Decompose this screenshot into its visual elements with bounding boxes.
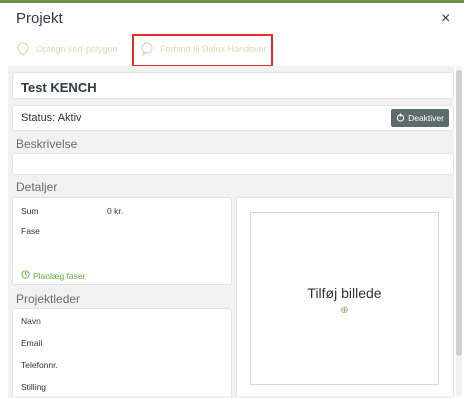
clock-icon — [21, 270, 30, 281]
top-accent-line — [0, 0, 464, 3]
add-image-label: Tilføj billede — [307, 285, 382, 301]
add-image-dropzone[interactable]: Tilføj billede ⊕ — [250, 212, 439, 385]
draw-map-polygon-button[interactable]: Optegn kort-polygon — [16, 38, 118, 60]
sum-value: 0 kr. — [107, 206, 124, 216]
plan-phases-label: Planlæg faser — [33, 270, 86, 281]
details-card: Sum 0 kr. Fase Planlæg faser — [12, 197, 232, 285]
highlight-box — [132, 34, 273, 67]
draw-map-polygon-label: Optegn kort-polygon — [36, 44, 118, 54]
description-field[interactable] — [12, 153, 454, 175]
leader-email-label: Email — [21, 338, 43, 348]
description-heading: Beskrivelse — [16, 137, 78, 151]
project-leader-card: Navn Email Telefonnr. Stilling — [12, 308, 232, 398]
details-heading: Detaljer — [16, 180, 58, 194]
leader-phone-label: Telefonnr. — [21, 360, 58, 370]
close-button[interactable]: × — [441, 10, 450, 28]
phase-label: Fase — [21, 226, 40, 236]
scrollbar-thumb[interactable] — [456, 70, 462, 356]
add-image-plus-icon: ⊕ — [340, 305, 349, 316]
map-marker-icon — [16, 42, 30, 56]
power-icon — [396, 112, 405, 124]
dialog-title: Projekt — [16, 10, 63, 27]
leader-position-label: Stilling — [21, 382, 47, 392]
status-text: Status: Aktiv — [21, 112, 82, 124]
plan-phases-link[interactable]: Planlæg faser — [21, 270, 85, 281]
deactivate-button[interactable]: Deaktiver — [391, 109, 449, 127]
status-label: Status: — [21, 112, 56, 124]
status-card: Status: Aktiv Deaktiver — [12, 105, 454, 131]
sum-label: Sum — [21, 206, 39, 216]
leader-name-label: Navn — [21, 316, 41, 326]
project-name: Test KENCH — [21, 80, 97, 95]
project-name-card: Test KENCH — [12, 72, 454, 99]
status-value: Aktiv — [57, 112, 82, 124]
project-leader-heading: Projektleder — [16, 292, 81, 306]
deactivate-label: Deaktiver — [408, 113, 444, 123]
